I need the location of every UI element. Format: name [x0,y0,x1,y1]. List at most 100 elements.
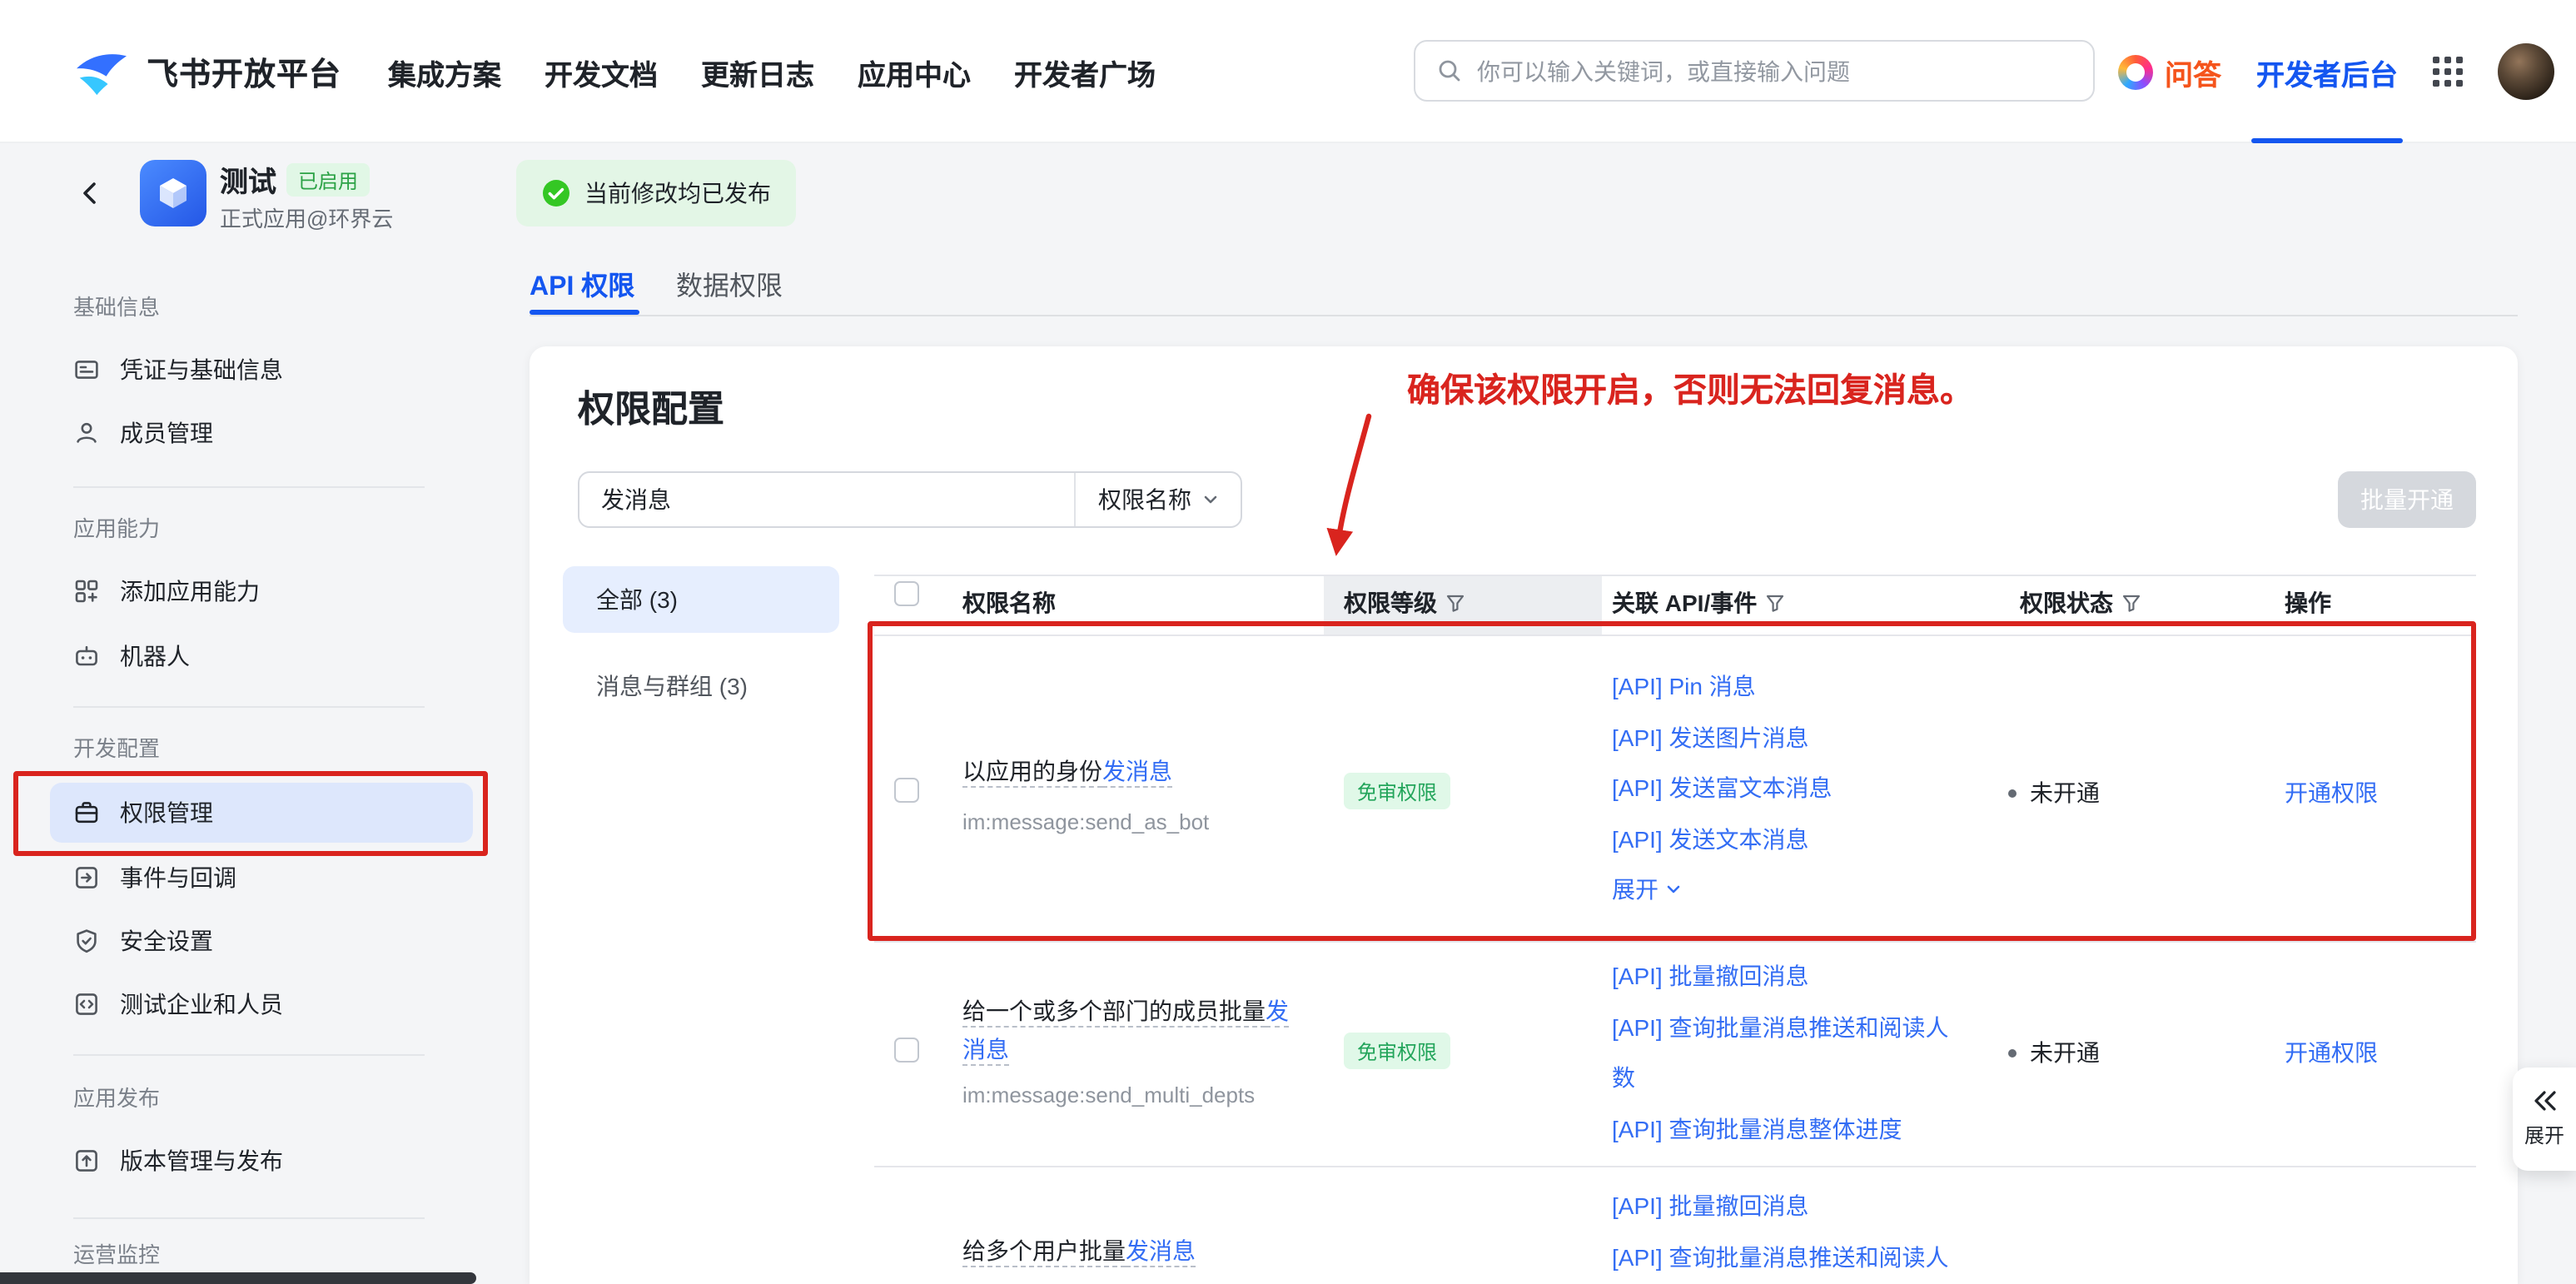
publish-status-banner: 当前修改均已发布 [516,160,796,226]
sidebar-item-bot[interactable]: 机器人 [50,626,473,686]
code-icon [73,991,100,1018]
expand-api-list-link[interactable]: 展开 [1612,864,1952,915]
permission-scope: im:message:send_as_bot [962,803,1289,841]
feishu-open-platform-console: 飞书开放平台 集成方案 开发文档 更新日志 应用中心 开发者广场 你可以输入关键… [0,0,2576,1284]
console-tab[interactable]: 开发者后台 [2256,0,2398,143]
user-avatar[interactable] [2498,43,2554,100]
global-search-input[interactable]: 你可以输入关键词，或直接输入问题 [1414,40,2095,102]
sidebar-item-events[interactable]: 事件与回调 [50,848,473,908]
capability-icon [73,578,100,605]
header-permission-level: 权限等级 [1344,586,1465,620]
bottom-scrollbar[interactable] [0,1272,476,1284]
filter-funnel-icon[interactable] [2121,593,2141,613]
search-filter-dropdown[interactable]: 权限名称 [1074,473,1241,526]
back-button[interactable] [70,173,110,213]
select-all-checkbox[interactable] [894,581,919,606]
permission-search-box: 发消息 权限名称 [578,471,1242,528]
api-list: [API] 批量撤回消息 [API] 查询批量消息推送和阅读人数 [API] 查… [1612,951,1952,1154]
console-label: 开发者后台 [2256,51,2398,92]
api-link[interactable]: [API] 发送文本消息 [1612,814,1952,864]
app-subtitle: 正式应用@环界云 [220,202,393,233]
api-list: [API] 批量撤回消息 [API] 查询批量消息推送和阅读人数 [1612,1181,1952,1284]
search-highlight: 发消息 [1126,1237,1196,1264]
sidebar-item-permissions[interactable]: 权限管理 [50,783,473,843]
row-checkbox[interactable] [894,1038,919,1063]
header-action: 操作 [2285,586,2331,620]
api-link[interactable]: [API] 查询批量消息推送和阅读人数 [1612,1232,1952,1284]
enable-permission-link[interactable]: 开通权限 [2285,1036,2378,1069]
nav-item-changelog[interactable]: 更新日志 [701,51,814,92]
permission-search-input[interactable]: 发消息 [579,473,1074,526]
header-permission-name: 权限名称 [962,586,1056,620]
sidebar-divider [73,1217,425,1219]
expand-panel-button[interactable]: 展开 [2513,1068,2576,1171]
app-icon [140,160,206,226]
sidebar-item-test-org[interactable]: 测试企业和人员 [50,974,473,1034]
header-permission-status: 权限状态 [2020,586,2141,620]
page-title: 权限配置 [578,380,724,433]
app-name: 测试 [220,158,276,200]
apps-grid-icon[interactable] [2433,57,2463,87]
permission-name[interactable]: 给多个用户批量发消息 [962,1237,1196,1264]
row-divider [874,1166,2476,1167]
filter-funnel-icon[interactable] [1765,593,1785,613]
sidebar-section-capabilities: 应用能力 [73,511,440,543]
nav-item-integration[interactable]: 集成方案 [388,51,501,92]
table-header-top-border [874,575,2476,576]
sidebar-item-version-release[interactable]: 版本管理与发布 [50,1131,473,1191]
sidebar-item-security[interactable]: 安全设置 [50,911,473,971]
nav-item-developer-plaza[interactable]: 开发者广场 [1014,51,1156,92]
api-link[interactable]: [API] 批量撤回消息 [1612,1181,1952,1232]
api-link[interactable]: [API] 查询批量消息推送和阅读人数 [1612,1002,1952,1103]
brand-text: 飞书开放平台 [147,49,341,94]
sidebar-divider [73,706,425,708]
api-link[interactable]: [API] 批量撤回消息 [1612,951,1952,1002]
qa-link[interactable]: 问答 [2118,51,2221,92]
row-divider [874,941,2476,943]
table-header-bottom-border [874,635,2476,636]
app-status-badge: 已启用 [286,163,370,197]
row-checkbox[interactable] [894,778,919,803]
filter-funnel-icon[interactable] [1445,593,1465,613]
api-link[interactable]: [API] 发送富文本消息 [1612,763,1952,814]
api-list: [API] Pin 消息 [API] 发送图片消息 [API] 发送富文本消息 … [1612,661,1952,915]
chevron-left-icon [75,178,105,208]
permission-name[interactable]: 以应用的身份发消息 [962,758,1172,784]
header-related-api: 关联 API/事件 [1612,586,1785,620]
page-body: 测试 已启用 正式应用@环界云 当前修改均已发布 基础信息 凭证与基础信息 成员… [0,143,2576,1284]
tab-api-permissions[interactable]: API 权限 [530,263,634,303]
sidebar-section-dev-config: 开发配置 [73,731,440,763]
cube-icon [153,173,193,213]
sidebar-item-members[interactable]: 成员管理 [50,403,473,463]
api-link[interactable]: [API] 发送图片消息 [1612,712,1952,763]
shield-icon [73,928,100,954]
permission-scope: im:message:send_multi_depts [962,1076,1289,1114]
feishu-logo-icon [73,47,130,97]
api-link[interactable]: [API] 查询批量消息整体进度 [1612,1103,1952,1154]
chevron-down-icon [1665,882,1682,898]
category-message-group[interactable]: 消息与群组 (3) [563,656,839,716]
status-dot [2008,1048,2017,1057]
api-link[interactable]: [API] Pin 消息 [1612,661,1952,712]
permission-name[interactable]: 给一个或多个部门的成员批量发消息 [962,998,1289,1063]
qa-icon [2118,54,2153,89]
nav-item-app-center[interactable]: 应用中心 [858,51,971,92]
check-circle-icon [541,178,571,208]
permission-name-cell: 给一个或多个部门的成员批量发消息 im:message:send_multi_d… [962,993,1289,1114]
tab-data-permissions[interactable]: 数据权限 [676,263,783,303]
sidebar-divider [73,1054,425,1056]
active-tab-underline [2251,138,2403,143]
batch-enable-button[interactable]: 批量开通 [2338,471,2476,528]
chevron-down-icon [1201,491,1218,508]
credential-icon [73,356,100,383]
sidebar-item-add-capability[interactable]: 添加应用能力 [50,561,473,621]
brand[interactable]: 飞书开放平台 [73,0,341,143]
category-all[interactable]: 全部 (3) [563,566,839,633]
top-navbar: 飞书开放平台 集成方案 开发文档 更新日志 应用中心 开发者广场 你可以输入关键… [0,0,2576,143]
sidebar-item-credentials[interactable]: 凭证与基础信息 [50,340,473,400]
permission-icon [73,799,100,826]
enable-permission-link[interactable]: 开通权限 [2285,776,2378,809]
sidebar-divider [73,486,425,488]
permission-name-cell: 以应用的身份发消息 im:message:send_as_bot [962,753,1289,841]
nav-item-docs[interactable]: 开发文档 [545,51,658,92]
